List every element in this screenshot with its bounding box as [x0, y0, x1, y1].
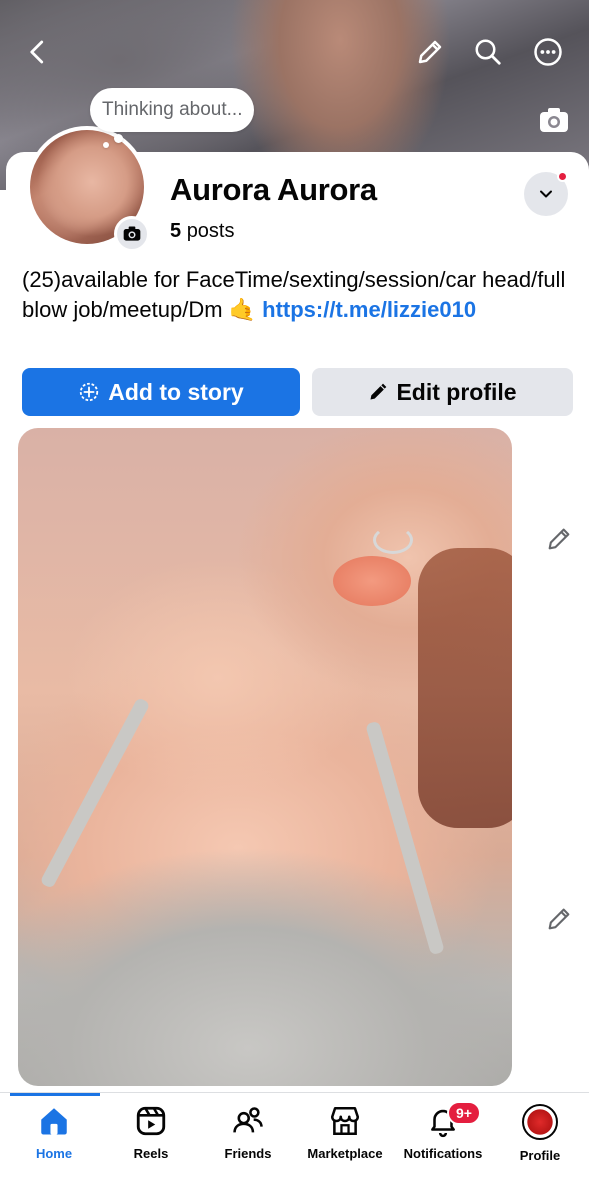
featured-photo[interactable]: [18, 428, 512, 1086]
thought-bubble-dot: [114, 134, 123, 143]
add-to-story-button[interactable]: Add to story: [22, 368, 300, 416]
edit-featured-pencil-icon[interactable]: [545, 525, 575, 555]
tab-profile[interactable]: Profile: [490, 1104, 589, 1174]
notifications-badge: 9+: [447, 1101, 481, 1125]
reels-icon: [136, 1106, 166, 1136]
photo-detail: [373, 526, 413, 554]
pencil-icon[interactable]: [412, 34, 448, 70]
tab-friends[interactable]: Friends: [198, 1104, 298, 1174]
bio-link[interactable]: https://t.me/lizzie010: [262, 297, 476, 322]
thought-bubble-dot: [103, 142, 109, 148]
posts-count-label: posts: [186, 220, 235, 242]
tab-reels-label: Reels: [133, 1146, 169, 1161]
profile-bio: (25)available for FaceTime/sexting/sessi…: [22, 265, 574, 325]
photo-detail: [418, 548, 512, 828]
thought-bubble[interactable]: Thinking about...: [90, 88, 255, 132]
edit-featured-pencil-icon[interactable]: [545, 905, 575, 935]
edit-profile-button[interactable]: Edit profile: [312, 368, 573, 416]
photo-detail: [39, 697, 151, 889]
tab-home[interactable]: Home: [4, 1104, 104, 1174]
tab-reels[interactable]: Reels: [101, 1104, 201, 1174]
posts-count-number: 5: [170, 220, 182, 242]
tab-marketplace[interactable]: Marketplace: [295, 1104, 395, 1174]
tab-marketplace-label: Marketplace: [307, 1146, 383, 1161]
edit-profile-label: Edit profile: [396, 378, 517, 405]
search-icon[interactable]: [470, 34, 506, 70]
cover-camera-icon[interactable]: [537, 104, 571, 136]
avatar-camera-icon[interactable]: [114, 216, 150, 252]
add-to-story-label: Add to story: [108, 378, 244, 405]
back-icon[interactable]: [20, 34, 56, 70]
chevron-down-icon: [540, 190, 552, 198]
pencil-icon: [370, 383, 387, 400]
active-tab-indicator: [10, 1093, 100, 1096]
notification-dot: [557, 171, 568, 182]
profile-name: Aurora Aurora: [170, 172, 377, 207]
add-circle-icon: [80, 382, 99, 402]
tab-home-label: Home: [35, 1146, 73, 1161]
tab-notifications-label: Notifications: [403, 1146, 483, 1161]
friends-icon: [233, 1107, 263, 1133]
home-icon: [41, 1108, 67, 1135]
profile-avatar: [522, 1104, 558, 1140]
more-options-icon[interactable]: [530, 34, 566, 70]
posts-count: 5 posts: [170, 220, 235, 243]
tab-profile-label: Profile: [519, 1148, 561, 1163]
marketplace-icon: [330, 1106, 360, 1136]
photo-detail: [333, 556, 411, 606]
tab-friends-label: Friends: [224, 1146, 272, 1161]
